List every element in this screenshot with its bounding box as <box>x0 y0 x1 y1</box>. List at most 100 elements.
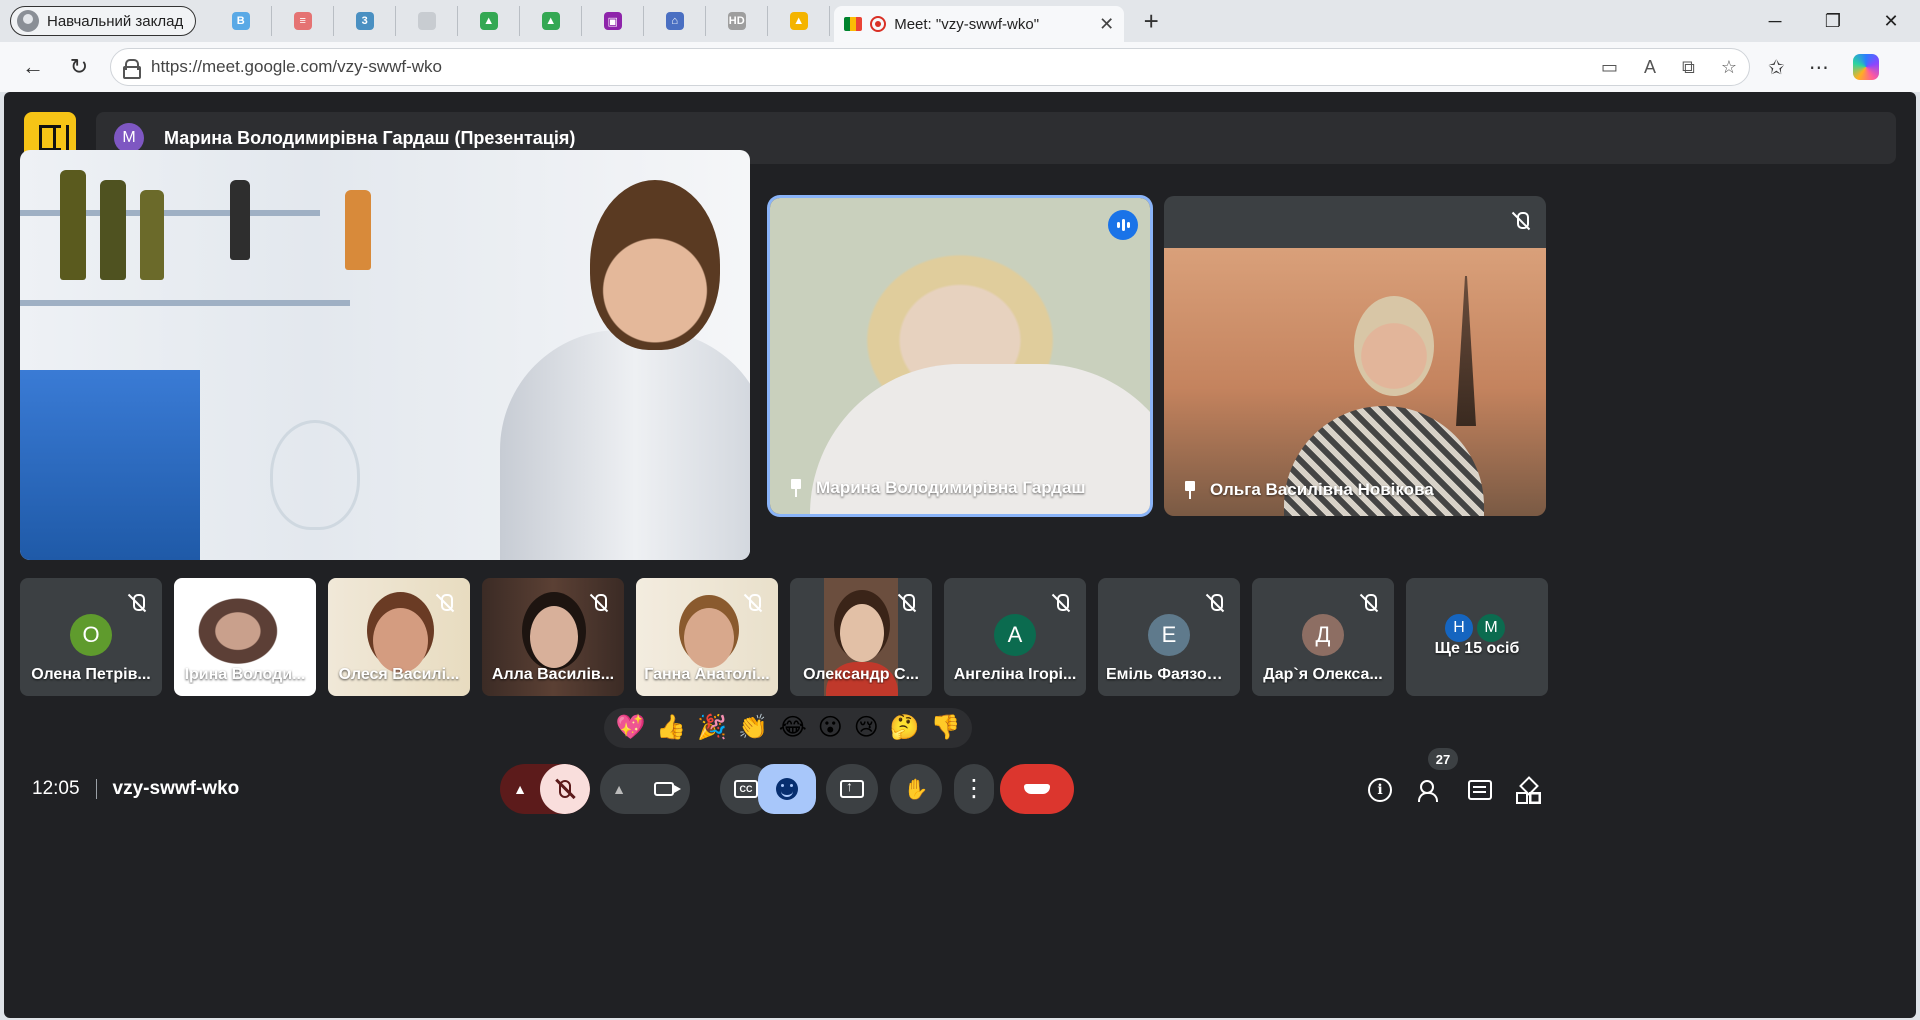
close-tab-icon[interactable]: ✕ <box>1099 14 1114 35</box>
more-participants-label: Ще 15 осіб <box>1434 640 1520 657</box>
active-tab-meet[interactable]: Meet: "vzy-swwf-wko" ✕ <box>834 6 1125 42</box>
eiffel-tower-background <box>1456 276 1476 426</box>
close-window-icon[interactable]: ✕ <box>1862 0 1920 42</box>
camera-in-use-icon[interactable]: ▭ <box>1601 57 1618 78</box>
profile-avatar-icon <box>17 10 39 32</box>
reaction-emoji[interactable]: 👎 <box>931 716 961 740</box>
participant-tile[interactable]: Олеся Василі... <box>328 578 470 696</box>
flask <box>270 420 360 530</box>
bookmark-b-icon: B <box>231 12 250 30</box>
pinned-tab[interactable]: ≡ <box>272 6 335 36</box>
drive-icon-2: ▲ <box>541 12 560 30</box>
shelf <box>20 300 350 306</box>
reaction-emoji[interactable]: 👍 <box>656 716 686 740</box>
participant-name: Дар`я Олекса... <box>1263 666 1383 683</box>
participant-avatar: О <box>70 614 112 656</box>
participant-tile[interactable]: Алла Василів... <box>482 578 624 696</box>
more-menu-icon[interactable]: ⋯ <box>1809 55 1829 80</box>
more-participants-tile[interactable]: Н М Ще 15 осіб <box>1406 578 1548 696</box>
profile-button[interactable]: Навчальний заклад <box>10 6 197 36</box>
more-vertical-icon: ⋮ <box>962 775 986 802</box>
mic-toggle-button[interactable] <box>540 764 590 814</box>
mic-off-icon <box>896 592 918 614</box>
participant-tile-featured-2[interactable]: Ольга Василівна Новікова <box>1164 196 1546 516</box>
chat-icon <box>1468 780 1492 800</box>
new-tab-button[interactable]: + <box>1136 6 1166 37</box>
pinned-tab[interactable]: 3 <box>334 6 397 36</box>
activities-button[interactable] <box>1512 774 1544 806</box>
favorites-icon[interactable]: ✩ <box>1768 55 1785 80</box>
camera-icon <box>654 782 681 796</box>
divider <box>95 779 97 799</box>
favorite-star-icon[interactable]: ☆ <box>1721 57 1737 78</box>
pin-icon[interactable] <box>1184 481 1196 499</box>
participant-tile[interactable]: А Ангеліна Ігорі... <box>944 578 1086 696</box>
participant-tile-featured-1[interactable]: Марина Володимирівна Гардаш <box>770 198 1150 514</box>
back-button[interactable]: ← <box>10 47 56 87</box>
minimize-icon[interactable]: ─ <box>1746 0 1804 42</box>
camera-toggle-button[interactable] <box>638 782 690 796</box>
bottle <box>60 170 86 280</box>
app-install-icon[interactable]: ⧉ <box>1682 57 1695 78</box>
participant-tile[interactable]: Е Еміль Фаязові... <box>1098 578 1240 696</box>
chat-button[interactable] <box>1464 774 1496 806</box>
address-bar[interactable]: https://meet.google.com/vzy-swwf-wko ▭ A… <box>110 48 1750 86</box>
reaction-emoji[interactable]: 👏 <box>738 716 768 740</box>
phone-hangup-icon <box>1024 784 1050 794</box>
people-button[interactable] <box>1414 774 1446 806</box>
pinned-tab[interactable]: HD <box>706 6 769 36</box>
pin-icon[interactable] <box>790 479 802 497</box>
reaction-emoji[interactable]: 😢 <box>854 716 879 740</box>
copilot-icon[interactable] <box>1852 54 1879 80</box>
raise-hand-button[interactable]: ✋ <box>890 764 942 814</box>
lock-icon[interactable] <box>123 59 141 79</box>
participant-tile[interactable]: Д Дар`я Олекса... <box>1252 578 1394 696</box>
read-aloud-icon[interactable]: A <box>1644 57 1656 78</box>
camera-options-chevron-icon[interactable]: ▲ <box>600 781 638 797</box>
reaction-emoji[interactable]: 💖 <box>615 716 645 740</box>
bottle <box>230 180 250 260</box>
leave-call-button[interactable] <box>1000 764 1074 814</box>
meeting-code: vzy-swwf-wko <box>112 778 240 799</box>
participant-count-badge: 27 <box>1428 748 1458 770</box>
blue-container <box>20 370 200 560</box>
profile-label: Навчальний заклад <box>47 12 184 30</box>
url-text[interactable]: https://meet.google.com/vzy-swwf-wko <box>151 57 1587 77</box>
browser-toolbar: ← ↻ https://meet.google.com/vzy-swwf-wko… <box>0 42 1920 92</box>
mic-off-icon <box>280 592 302 614</box>
presentation-tile[interactable] <box>20 150 750 560</box>
drive-icon: ▲ <box>479 12 498 30</box>
present-screen-button[interactable] <box>826 764 878 814</box>
book-icon: ≡ <box>293 12 312 30</box>
participant-tile[interactable]: О Олена Петрів... <box>20 578 162 696</box>
mic-options-chevron-icon[interactable]: ▲ <box>500 764 540 814</box>
participant-tile[interactable]: Олександр С... <box>790 578 932 696</box>
info-icon: i <box>1368 778 1392 802</box>
bell-icon: ▲ <box>789 12 808 30</box>
participant-face <box>684 608 734 668</box>
google-meet-icon <box>844 17 863 31</box>
participant-tile[interactable]: Ірина Володи... <box>174 578 316 696</box>
participant-tile[interactable]: Ганна Анатолі... <box>636 578 778 696</box>
pinned-tab[interactable] <box>396 6 459 36</box>
pinned-tab[interactable]: ▲ <box>520 6 583 36</box>
restore-icon[interactable]: ❐ <box>1804 0 1862 42</box>
speaking-indicator-icon <box>1108 210 1138 240</box>
reactions-button[interactable] <box>758 764 816 814</box>
current-time: 12:05 <box>32 778 80 799</box>
pinned-tab[interactable]: ▲ <box>768 6 831 36</box>
reaction-emoji[interactable]: 🎉 <box>697 716 727 740</box>
presenter-avatar: M <box>114 123 144 153</box>
reaction-emoji[interactable]: 😂 <box>779 716 807 740</box>
pinned-tab[interactable]: ▣ <box>582 6 645 36</box>
pinned-tab[interactable]: B <box>210 6 273 36</box>
reload-button[interactable]: ↻ <box>56 47 102 87</box>
pinned-tab[interactable]: ▲ <box>458 6 521 36</box>
pinned-tab[interactable]: ⌂ <box>644 6 707 36</box>
reaction-emoji[interactable]: 😮 <box>818 716 843 740</box>
hand-icon: ✋ <box>903 778 929 801</box>
more-options-button[interactable]: ⋮ <box>954 764 994 814</box>
presenter-head <box>590 180 720 350</box>
reaction-emoji[interactable]: 🤔 <box>890 716 920 740</box>
meeting-info-button[interactable]: i <box>1364 774 1396 806</box>
